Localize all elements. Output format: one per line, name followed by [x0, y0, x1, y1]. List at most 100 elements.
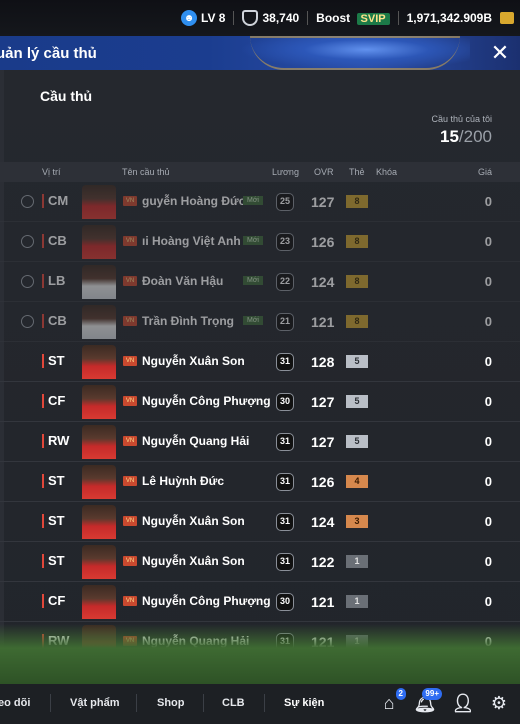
ovr-value: 126: [311, 474, 335, 490]
player-price: 0: [484, 234, 492, 249]
card-grade: 8: [346, 275, 368, 288]
player-position: ST: [42, 554, 65, 568]
col-position[interactable]: Vị trí: [42, 167, 61, 177]
shield-display: 38,740: [242, 10, 299, 26]
card-grade: 5: [346, 435, 368, 448]
new-badge: Mới: [243, 276, 263, 285]
player-price: 0: [484, 514, 492, 529]
tab-items[interactable]: Vật phẩm: [70, 697, 120, 709]
notifications-button[interactable]: 🔔︎ 99+: [414, 688, 442, 714]
card-grade: 1: [346, 595, 368, 608]
col-card[interactable]: Thẻ: [349, 167, 365, 177]
player-avatar: [82, 185, 116, 219]
bottom-nav: eo dõi Vật phẩm Shop CLB Sự kiện ⌂ 2 🔔︎ …: [0, 684, 520, 724]
ovr-value: 122: [311, 554, 335, 570]
col-salary[interactable]: Lương: [272, 167, 299, 177]
divider: [307, 11, 309, 25]
player-position: CF: [42, 594, 65, 608]
home-button[interactable]: ⌂ 2: [378, 688, 406, 714]
player-position: CB: [42, 234, 67, 248]
salary-badge: 31: [276, 553, 294, 571]
player-avatar: [82, 425, 116, 459]
ovr-value: 124: [311, 514, 335, 530]
season-card-icon: VN: [123, 196, 137, 206]
my-players-count: 15: [439, 127, 459, 146]
table-row[interactable]: CF VN Nguyễn Công Phượng 30 127 5 0: [0, 382, 520, 422]
salary-badge: 21: [276, 313, 294, 331]
table-row[interactable]: LB VN Đoàn Văn Hậu Mới 22 124 8 0: [0, 262, 520, 302]
level-text: LV 8: [201, 11, 226, 25]
player-price: 0: [484, 314, 492, 329]
player-name: Lê Huỳnh Đức: [142, 474, 225, 488]
salary-badge: 31: [276, 433, 294, 451]
ovr-value: 121: [311, 314, 335, 330]
table-row[interactable]: RW VN Nguyễn Quang Hải 31 127 5 0: [0, 422, 520, 462]
settings-button[interactable]: ⚙: [488, 692, 510, 714]
season-card-icon: VN: [123, 476, 137, 486]
season-card-icon: VN: [123, 236, 137, 246]
player-position: ST: [42, 514, 65, 528]
home-icon: ⌂: [383, 692, 395, 713]
player-price: 0: [484, 474, 492, 489]
col-name[interactable]: Tên cầu thủ: [122, 167, 170, 177]
user-level-icon: ☻: [181, 10, 198, 26]
tab-events[interactable]: Sự kiện: [284, 697, 324, 709]
season-card-icon: VN: [123, 356, 137, 366]
ovr-value: 127: [311, 434, 335, 450]
my-players-value: 15/200: [431, 127, 492, 147]
players-panel: Cầu thủ Cầu thủ của tôi 15/200 Vị trí Tê…: [0, 70, 520, 680]
player-name: Nguyễn Xuân Son: [142, 354, 245, 368]
section-title: Cầu thủ: [40, 88, 93, 104]
my-players-label: Cầu thủ của tôi: [431, 114, 492, 124]
coin-icon[interactable]: [500, 12, 514, 24]
table-row[interactable]: ST VN Nguyễn Xuân Son 31 122 1 0: [0, 542, 520, 582]
player-name: Nguyễn Xuân Son: [142, 514, 245, 528]
ovr-value: 128: [311, 354, 335, 370]
ovr-value: 127: [311, 194, 335, 210]
player-avatar: [82, 385, 116, 419]
player-price: 0: [484, 434, 492, 449]
player-position: ST: [42, 354, 65, 368]
season-card-icon: VN: [123, 436, 137, 446]
table-row[interactable]: CM VN guyễn Hoàng Đức Mới 25 127 8 0: [0, 182, 520, 222]
season-card-icon: VN: [123, 556, 137, 566]
col-price[interactable]: Giá: [478, 167, 492, 177]
player-avatar: [82, 545, 116, 579]
page-title: uản lý cầu thủ: [0, 44, 97, 62]
player-price: 0: [484, 394, 492, 409]
svip-badge: SVIP: [356, 13, 390, 25]
player-name: Đoàn Văn Hậu: [142, 274, 224, 288]
player-price: 0: [484, 554, 492, 569]
salary-badge: 30: [276, 393, 294, 411]
lock-icon[interactable]: [21, 315, 34, 328]
col-lock[interactable]: Khóa: [376, 167, 397, 177]
table-row[interactable]: CB VN Trần Đình Trọng Mới 21 121 8 0: [0, 302, 520, 342]
tab-shop[interactable]: Shop: [157, 697, 185, 709]
table-header: Vị trí Tên cầu thủ Lương OVR Thẻ Khóa Gi…: [0, 162, 520, 182]
salary-badge: 23: [276, 233, 294, 251]
tab-club[interactable]: CLB: [222, 697, 245, 709]
salary-badge: 22: [276, 273, 294, 291]
top-status-bar: ☻ LV 8 38,740 Boost SVIP 1,971,342.909B: [0, 0, 520, 36]
col-ovr[interactable]: OVR: [314, 167, 334, 177]
close-button[interactable]: ✕: [488, 40, 512, 65]
ovr-value: 124: [311, 274, 335, 290]
lock-icon[interactable]: [21, 275, 34, 288]
player-price: 0: [484, 354, 492, 369]
player-table-body: CM VN guyễn Hoàng Đức Mới 25 127 8 0 CB VN ıi Hoàn…: [0, 182, 520, 662]
tab-follow[interactable]: eo dõi: [0, 697, 30, 709]
table-row[interactable]: ST VN Nguyễn Xuân Son 31 124 3 0: [0, 502, 520, 542]
card-grade: 4: [346, 475, 368, 488]
lock-icon[interactable]: [21, 235, 34, 248]
table-row[interactable]: CF VN Nguyễn Công Phượng 30 121 1 0: [0, 582, 520, 622]
player-name: ıi Hoàng Việt Anh: [142, 234, 241, 248]
lock-icon[interactable]: [21, 195, 34, 208]
divider: [264, 694, 265, 712]
card-grade: 3: [346, 515, 368, 528]
table-row[interactable]: CB VN ıi Hoàng Việt Anh Mới 23 126 8 0: [0, 222, 520, 262]
profile-button[interactable]: 👤︎: [452, 692, 475, 714]
table-row[interactable]: ST VN Nguyễn Xuân Son 31 128 5 0: [0, 342, 520, 382]
table-row[interactable]: ST VN Lê Huỳnh Đức 31 126 4 0: [0, 462, 520, 502]
salary-badge: 25: [276, 193, 294, 211]
boost-display[interactable]: Boost SVIP: [316, 11, 390, 25]
